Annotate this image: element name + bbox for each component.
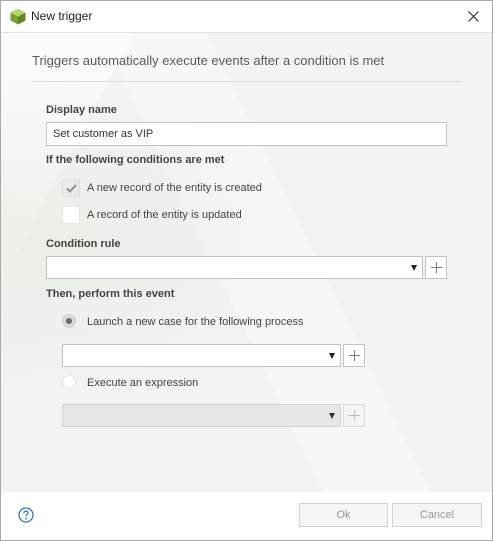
checkmark-icon: [66, 184, 77, 193]
close-button[interactable]: [460, 4, 486, 28]
launch-case-radio-label: Launch a new case for the following proc…: [87, 316, 304, 328]
execute-expression-radio-label: Execute an expression: [87, 377, 199, 389]
display-name-input[interactable]: [46, 122, 447, 146]
caret-down-icon: [329, 353, 335, 359]
add-expression-button[interactable]: [343, 404, 365, 427]
close-icon: [467, 10, 479, 22]
dialog-footer: Ok Cancel: [1, 492, 492, 540]
display-name-label: Display name: [46, 104, 117, 116]
updated-checkbox-label: A record of the entity is updated: [87, 209, 242, 221]
dialog-body: Triggers automatically execute events af…: [1, 33, 492, 492]
plus-icon: [430, 262, 442, 273]
launch-case-radio[interactable]: [62, 314, 76, 328]
cube-icon: [10, 8, 26, 25]
plus-icon: [348, 410, 360, 421]
ok-button[interactable]: Ok: [299, 503, 388, 527]
cancel-button[interactable]: Cancel: [392, 503, 482, 527]
conditions-label: If the following conditions are met: [46, 154, 225, 166]
help-icon[interactable]: [18, 507, 34, 523]
execute-expression-radio[interactable]: [62, 375, 76, 389]
title-bar[interactable]: New trigger: [1, 1, 492, 33]
dialog-title: New trigger: [31, 9, 93, 23]
plus-icon: [348, 350, 360, 361]
caret-down-icon: [411, 265, 417, 271]
created-checkbox-label: A new record of the entity is created: [87, 182, 262, 194]
event-label: Then, perform this event: [46, 288, 175, 300]
new-trigger-dialog: New trigger Triggers automatically execu…: [0, 0, 493, 541]
caret-down-icon: [329, 413, 335, 419]
dialog-description: Triggers automatically execute events af…: [32, 53, 385, 68]
add-process-button[interactable]: [343, 344, 365, 367]
created-checkbox[interactable]: [62, 179, 80, 197]
add-condition-rule-button[interactable]: [425, 256, 447, 279]
condition-rule-label: Condition rule: [46, 238, 121, 250]
expression-select[interactable]: [62, 404, 341, 427]
condition-rule-select[interactable]: [46, 256, 423, 279]
updated-checkbox[interactable]: [62, 206, 80, 224]
process-select[interactable]: [62, 344, 341, 367]
divider: [32, 81, 463, 82]
